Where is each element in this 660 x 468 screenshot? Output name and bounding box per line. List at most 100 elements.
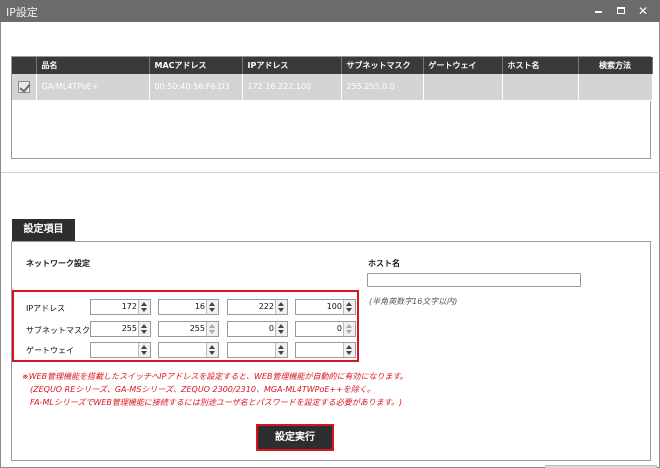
cell-mac: 00:50:40:56:F6:D3 bbox=[149, 74, 243, 101]
spin-down-icon[interactable] bbox=[141, 351, 147, 355]
gateway-octet-1-stepper[interactable] bbox=[90, 342, 151, 358]
gateway-octet-4-arrows[interactable] bbox=[343, 343, 355, 357]
maximize-button[interactable] bbox=[612, 3, 630, 19]
settings-panel: ネットワーク設定 ホスト名 (半角英数字16文字以内) IPアドレス サブネット… bbox=[11, 241, 651, 461]
spin-down-icon[interactable] bbox=[209, 308, 215, 312]
ip-octet-2-stepper[interactable]: 16 bbox=[158, 299, 219, 315]
gateway-octet-4-stepper[interactable] bbox=[295, 342, 356, 358]
ip-octet-2-arrows[interactable] bbox=[206, 300, 218, 314]
header-host[interactable]: ホスト名 bbox=[502, 57, 579, 74]
spin-up-icon[interactable] bbox=[209, 345, 215, 349]
header-method[interactable]: 検索方法 bbox=[578, 57, 653, 74]
host-name-input[interactable] bbox=[367, 273, 581, 287]
gateway-octet-2-stepper[interactable] bbox=[158, 342, 219, 358]
spin-down-icon[interactable] bbox=[209, 330, 215, 334]
network-fields-highlight: IPアドレス サブネットマスク ゲートウェイ 172 16 222 100 25… bbox=[12, 290, 359, 362]
cell-subnet: 255.255.0.0 bbox=[341, 74, 424, 101]
grid-header-row: 品名 MACアドレス IPアドレス サブネットマスク ゲートウェイ ホスト名 検… bbox=[12, 57, 653, 74]
spin-up-icon[interactable] bbox=[141, 302, 147, 306]
gateway-octet-3-arrows[interactable] bbox=[275, 343, 287, 357]
gateway-octet-2-arrows[interactable] bbox=[206, 343, 218, 357]
host-name-hint: (半角英数字16文字以内) bbox=[369, 297, 458, 306]
subnet-octet-2-value: 255 bbox=[189, 324, 205, 333]
cell-product: GA-ML4TPoE+ bbox=[36, 74, 150, 101]
spin-up-icon[interactable] bbox=[346, 302, 352, 306]
tab-settings[interactable]: 設定項目 bbox=[12, 219, 75, 241]
row-checkbox-cell[interactable] bbox=[12, 74, 37, 101]
note-line-3: FA-MLシリーズでWEB管理機能に接続するには別途ユーザ名とパスワードを設定す… bbox=[30, 398, 403, 407]
subnet-octet-2-arrows[interactable] bbox=[206, 322, 218, 336]
spin-up-icon[interactable] bbox=[278, 324, 284, 328]
table-row[interactable]: GA-ML4TPoE+ 00:50:40:56:F6:D3 172.16.222… bbox=[12, 74, 653, 101]
subnet-octet-3-stepper[interactable]: 0 bbox=[227, 321, 288, 337]
device-table: 品名 MACアドレス IPアドレス サブネットマスク ゲートウェイ ホスト名 検… bbox=[12, 57, 653, 101]
spin-up-icon[interactable] bbox=[346, 345, 352, 349]
execute-settings-button[interactable]: 設定実行 bbox=[256, 424, 334, 451]
spin-up-icon[interactable] bbox=[346, 324, 352, 328]
spin-up-icon[interactable] bbox=[209, 302, 215, 306]
ip-octet-4-stepper[interactable]: 100 bbox=[295, 299, 356, 315]
spin-down-icon[interactable] bbox=[141, 308, 147, 312]
spin-down-icon[interactable] bbox=[278, 330, 284, 334]
subnet-octet-4-value: 0 bbox=[336, 324, 342, 333]
header-product[interactable]: 品名 bbox=[36, 57, 150, 74]
ip-octet-3-stepper[interactable]: 222 bbox=[227, 299, 288, 315]
spin-down-icon[interactable] bbox=[278, 308, 284, 312]
ip-octet-3-value: 222 bbox=[258, 302, 274, 311]
host-name-label: ホスト名 bbox=[368, 259, 400, 268]
spin-down-icon[interactable] bbox=[346, 351, 352, 355]
gateway-octet-3-stepper[interactable] bbox=[227, 342, 288, 358]
network-settings-label: ネットワーク設定 bbox=[26, 259, 90, 268]
cell-method bbox=[578, 74, 653, 101]
ip-octet-4-arrows[interactable] bbox=[343, 300, 355, 314]
minimize-icon bbox=[594, 11, 602, 13]
spin-up-icon[interactable] bbox=[141, 345, 147, 349]
subnet-octet-4-stepper[interactable]: 0 bbox=[295, 321, 356, 337]
note-line-1: ※WEB管理機能を搭載したスイッチへIPアドレスを設定すると、WEB管理機能が自… bbox=[22, 372, 408, 381]
title-bar: IP設定 ✕ bbox=[0, 0, 660, 22]
header-gateway[interactable]: ゲートウェイ bbox=[423, 57, 503, 74]
spin-up-icon[interactable] bbox=[209, 324, 215, 328]
spin-down-icon[interactable] bbox=[209, 351, 215, 355]
spin-up-icon[interactable] bbox=[278, 302, 284, 306]
ip-octet-1-arrows[interactable] bbox=[138, 300, 150, 314]
spin-down-icon[interactable] bbox=[346, 308, 352, 312]
header-subnet[interactable]: サブネットマスク bbox=[341, 57, 424, 74]
ip-octet-4-value: 100 bbox=[326, 302, 342, 311]
subnet-octet-2-stepper[interactable]: 255 bbox=[158, 321, 219, 337]
ip-octet-1-value: 172 bbox=[121, 302, 137, 311]
spin-up-icon[interactable] bbox=[278, 345, 284, 349]
spin-down-icon[interactable] bbox=[346, 330, 352, 334]
gateway-label: ゲートウェイ bbox=[26, 346, 74, 355]
ip-address-label: IPアドレス bbox=[26, 304, 66, 313]
spin-down-icon[interactable] bbox=[278, 351, 284, 355]
divider bbox=[1, 172, 660, 173]
cell-host bbox=[502, 74, 579, 101]
device-list-grid[interactable]: 品名 MACアドレス IPアドレス サブネットマスク ゲートウェイ ホスト名 検… bbox=[11, 56, 653, 159]
ip-octet-1-stepper[interactable]: 172 bbox=[90, 299, 151, 315]
subnet-mask-label: サブネットマスク bbox=[26, 326, 90, 335]
subnet-octet-3-value: 0 bbox=[268, 324, 274, 333]
subnet-octet-3-arrows[interactable] bbox=[275, 322, 287, 336]
header-ip[interactable]: IPアドレス bbox=[242, 57, 342, 74]
cell-gateway bbox=[423, 74, 503, 101]
gateway-octet-1-arrows[interactable] bbox=[138, 343, 150, 357]
ip-octet-2-value: 16 bbox=[194, 302, 205, 311]
ip-octet-3-arrows[interactable] bbox=[275, 300, 287, 314]
subnet-octet-1-stepper[interactable]: 255 bbox=[90, 321, 151, 337]
row-checkbox[interactable] bbox=[17, 80, 30, 93]
maximize-icon bbox=[617, 7, 625, 14]
minimize-button[interactable] bbox=[589, 3, 607, 19]
close-button[interactable]: ✕ bbox=[634, 3, 652, 19]
cell-ip: 172.16.222.100 bbox=[242, 74, 342, 101]
spin-up-icon[interactable] bbox=[141, 324, 147, 328]
header-checkbox-col bbox=[12, 57, 37, 74]
spin-down-icon[interactable] bbox=[141, 330, 147, 334]
close-icon: ✕ bbox=[637, 4, 649, 18]
subnet-octet-1-value: 255 bbox=[121, 324, 137, 333]
header-mac[interactable]: MACアドレス bbox=[149, 57, 243, 74]
subnet-octet-1-arrows[interactable] bbox=[138, 322, 150, 336]
window-title: IP設定 bbox=[6, 6, 38, 19]
web-management-notes: ※WEB管理機能を搭載したスイッチへIPアドレスを設定すると、WEB管理機能が自… bbox=[22, 370, 408, 409]
subnet-octet-4-arrows[interactable] bbox=[343, 322, 355, 336]
